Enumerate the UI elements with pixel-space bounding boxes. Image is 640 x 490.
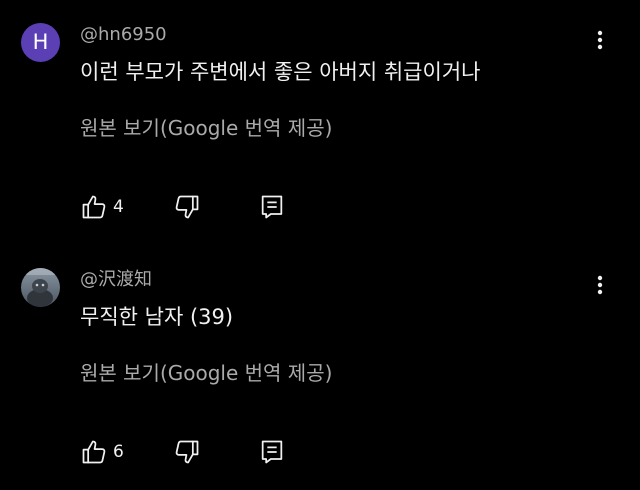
like-count: 6	[113, 442, 124, 462]
like-button[interactable]	[80, 438, 108, 466]
reply-button[interactable]	[258, 438, 286, 466]
more-vertical-icon	[597, 275, 603, 295]
thumbs-up-icon	[82, 440, 106, 464]
comment-actions: 4	[80, 193, 380, 221]
more-options-button[interactable]	[586, 271, 614, 299]
comment-username[interactable]: @沢渡知	[80, 269, 152, 291]
comment-item: H @hn6950 이런 부모가 주변에서 좋은 아버지 취급이거나 원본 보기…	[0, 0, 640, 240]
like-button[interactable]	[80, 193, 108, 221]
thumbs-up-icon	[82, 195, 106, 219]
like-count: 4	[113, 197, 124, 217]
avatar[interactable]: H	[21, 23, 60, 62]
view-original-link[interactable]: 원본 보기(Google 번역 제공)	[80, 359, 332, 387]
reply-icon	[261, 195, 283, 219]
comment-text: 이런 부모가 주변에서 좋은 아버지 취급이거나	[80, 60, 481, 84]
comment-actions: 6	[80, 438, 380, 466]
comment-item: @沢渡知 무직한 남자 (39) 원본 보기(Google 번역 제공) 6	[0, 245, 640, 485]
view-original-link[interactable]: 원본 보기(Google 번역 제공)	[80, 114, 332, 142]
avatar[interactable]	[21, 268, 60, 307]
reply-icon	[261, 440, 283, 464]
comment-username[interactable]: @hn6950	[80, 24, 167, 46]
dislike-button[interactable]	[173, 438, 201, 466]
more-vertical-icon	[597, 30, 603, 50]
more-options-button[interactable]	[586, 26, 614, 54]
avatar-photo-image	[21, 268, 60, 307]
thumbs-down-icon	[175, 195, 199, 219]
dislike-button[interactable]	[173, 193, 201, 221]
comment-text: 무직한 남자 (39)	[80, 305, 234, 329]
reply-button[interactable]	[258, 193, 286, 221]
thumbs-down-icon	[175, 440, 199, 464]
